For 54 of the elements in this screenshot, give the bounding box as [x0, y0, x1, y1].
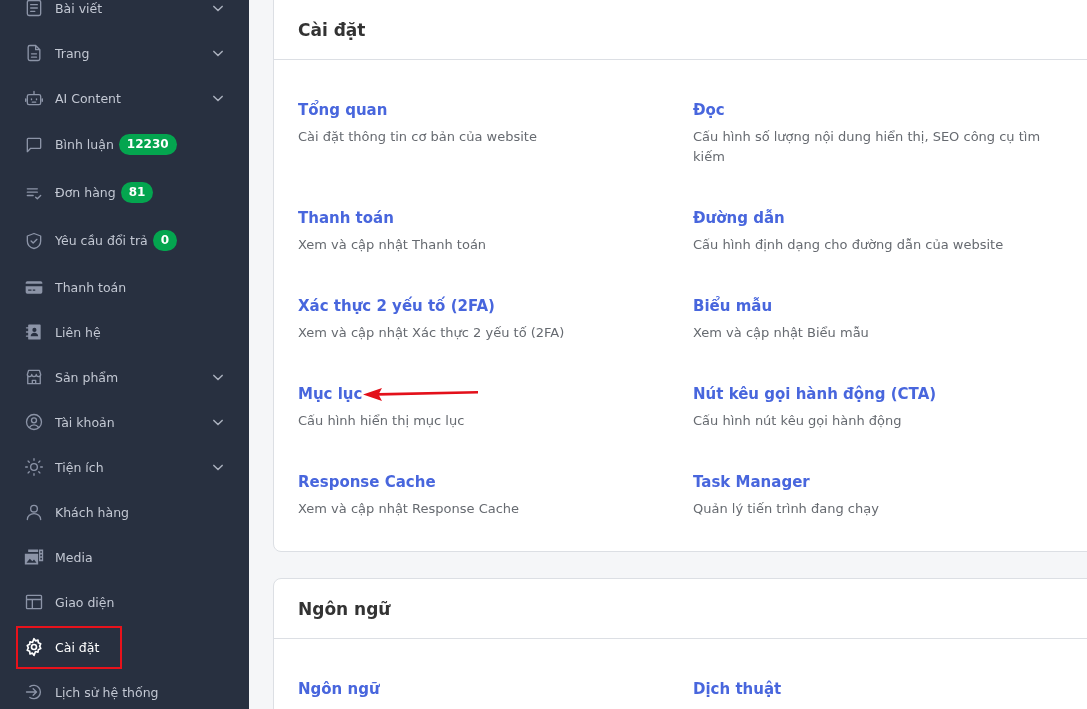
settings-description: Xem và cập nhật Response Cache [298, 500, 521, 518]
images-icon [24, 547, 44, 567]
sidebar-item[interactable]: Bài viết [0, 0, 249, 31]
sun-icon [24, 457, 44, 477]
settings-link[interactable]: Nút kêu gọi hành động (CTA) [693, 383, 937, 405]
section-title: Cài đặt [298, 19, 366, 40]
sidebar-item[interactable]: AI Content [0, 75, 249, 121]
settings-description: Cấu hình định dạng cho đường dẫn của website [693, 236, 1005, 254]
section-title: Ngôn ngữ [298, 598, 391, 619]
settings-link[interactable]: Response Cache [298, 471, 436, 493]
settings-link[interactable]: Đọc [693, 99, 725, 121]
settings-description: Xem và cập nhật Thanh toán [298, 236, 488, 254]
count-badge: 0 [152, 230, 178, 251]
sidebar-item[interactable]: Bình luận 12230 [0, 120, 249, 169]
settings-link[interactable]: Biểu mẫu [693, 295, 773, 317]
settings-link[interactable]: Thanh toán [298, 207, 394, 229]
settings-link[interactable]: Tổng quan [298, 99, 388, 121]
sidebar-item[interactable]: Media [0, 534, 249, 580]
sidebar-item[interactable]: Trang [0, 30, 249, 76]
count-badge: 81 [120, 182, 154, 203]
user-icon [24, 502, 44, 522]
sidebar-item[interactable]: Tiện ích [0, 444, 249, 490]
settings-description: Xem và cập nhật Biểu mẫu [693, 324, 870, 342]
contact-book-icon [24, 322, 44, 342]
sidebar-item[interactable]: Tài khoản [0, 399, 249, 445]
sidebar-item[interactable]: Giao diện [0, 579, 249, 625]
sidebar-item[interactable]: Yêu cầu đổi trả 0 [0, 216, 249, 265]
sidebar-item[interactable]: Đơn hàng 81 [0, 168, 249, 217]
count-badge: 12230 [118, 134, 177, 155]
robot-icon [24, 88, 44, 108]
settings-link[interactable]: Đường dẫn [693, 207, 785, 229]
settings-link[interactable]: Dịch thuật [693, 678, 782, 700]
store-icon [24, 367, 44, 387]
shield-check-icon [24, 230, 44, 251]
settings-description: Xem và cập nhật Xác thực 2 yếu tố (2FA) [298, 324, 566, 342]
sidebar-item[interactable]: Thanh toán [0, 264, 249, 310]
settings-link[interactable]: Mục lục [298, 383, 363, 405]
settings-link[interactable]: Task Manager [693, 471, 810, 493]
sidebar-item[interactable]: Khách hàng [0, 489, 249, 535]
settings-icon [24, 637, 44, 657]
sidebar-item[interactable]: Lịch sử hệ thống [0, 669, 249, 709]
settings-description: Quản lý tiến trình đang chạy [693, 500, 880, 518]
sidebar-item[interactable]: Liên hệ [0, 309, 249, 355]
sidebar-item[interactable]: Sản phẩm [0, 354, 249, 400]
settings-description: Cấu hình số lượng nội dung hiển thị, SEO công cụ tìm kiếm [693, 128, 1042, 166]
settings-description: Cài đặt thông tin cơ bản của website [298, 128, 538, 146]
settings-link[interactable]: Ngôn ngữ [298, 678, 380, 700]
settings-description: Cấu hình hiển thị mục lục [298, 412, 466, 430]
settings-link[interactable]: Xác thực 2 yếu tố (2FA) [298, 295, 495, 317]
sign-in-icon [24, 682, 44, 702]
sidebar-item[interactable]: Cài đặt [0, 624, 249, 670]
settings-description: Cấu hình nút kêu gọi hành động [693, 412, 903, 430]
layout-icon [24, 592, 44, 612]
document-lines-icon [24, 0, 44, 18]
